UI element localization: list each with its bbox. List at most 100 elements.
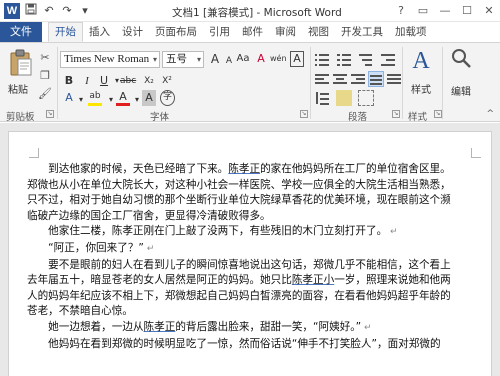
- word-logo-icon: W: [4, 3, 20, 19]
- title-bar: W ↶ ↷ ▾ 文档1 [兼容模式] - Microsoft Word ? ▭ …: [0, 0, 500, 22]
- clear-formatting-button[interactable]: A: [254, 51, 268, 67]
- save-icon[interactable]: [24, 3, 38, 19]
- enclose-characters-button[interactable]: 字: [160, 90, 175, 106]
- italic-button[interactable]: I: [80, 73, 94, 89]
- document-body[interactable]: 到达他家的时候，天色已经暗了下来。陈孝正的家在他妈妈所在工厂的单位宿舍区里。 郑微…: [27, 162, 483, 352]
- paragraph-mark-icon: ↵: [143, 243, 155, 254]
- align-center-icon[interactable]: [332, 71, 348, 87]
- line-text: 他妈妈在看到郑微的时候明显吃了一惊，然而俗话说“伸手不打笑脸人”，面对郑微的: [27, 337, 441, 350]
- align-left-icon[interactable]: [314, 71, 330, 87]
- tab-review[interactable]: 审阅: [269, 22, 302, 42]
- document-line[interactable]: 他妈妈在看到郑微的时候明显吃了一惊，然而俗话说“伸手不打笑脸人”，面对郑微的: [27, 337, 483, 353]
- chevron-down-icon: ▾: [152, 55, 157, 64]
- document-line[interactable]: 到达他家的时候，天色已经暗了下来。陈孝正的家在他妈妈所在工厂的单位宿舍区里。: [27, 162, 483, 178]
- help-icon[interactable]: ?: [390, 0, 412, 22]
- numbering-icon[interactable]: [336, 51, 352, 67]
- format-painter-icon[interactable]: 🖌: [38, 87, 52, 101]
- tab-insert[interactable]: 插入: [83, 22, 116, 42]
- align-right-icon[interactable]: [350, 71, 366, 87]
- paste-button-label[interactable]: 粘贴: [8, 81, 28, 96]
- change-case-button[interactable]: Aa: [236, 51, 250, 67]
- character-shading-button[interactable]: A: [142, 90, 156, 106]
- line-text: 的背后露出脸来，甜甜一笑，“阿姨好。”: [175, 320, 362, 333]
- line-text: 的家在他妈妈所在工厂的单位宿舍区里。: [260, 163, 451, 175]
- paragraph-mark-icon: ↵: [361, 322, 372, 333]
- justify-icon[interactable]: [368, 71, 384, 87]
- document-line[interactable]: “阿正，你回来了？” ↵: [27, 241, 483, 258]
- shrink-font-button[interactable]: A: [222, 53, 236, 69]
- styles-gallery-button[interactable]: A 样式: [406, 47, 436, 107]
- collapse-ribbon-icon[interactable]: ^: [486, 109, 494, 119]
- superscript-button[interactable]: X²: [160, 73, 174, 89]
- maximize-icon[interactable]: ☐: [456, 0, 478, 22]
- font-size-value: 五号: [166, 53, 187, 65]
- document-line[interactable]: 人的妈妈年纪应该不相上下，郑微想起自己妈妈白皙漂亮的面容，在看看他妈妈超乎年龄的: [27, 289, 483, 305]
- multilevel-list-icon[interactable]: [358, 51, 374, 67]
- character-border-button[interactable]: A: [290, 51, 304, 67]
- editing-label: 编辑: [451, 87, 471, 98]
- decrease-indent-icon[interactable]: [380, 51, 396, 67]
- bullets-icon[interactable]: [314, 51, 330, 67]
- grow-font-button[interactable]: A: [208, 51, 222, 67]
- line-text: 他家住二楼，陈孝正刚在门上敲了没两下，有些残旧的木门立刻打开了。: [27, 225, 388, 238]
- customize-qat-icon[interactable]: ▾: [78, 3, 92, 19]
- line-spacing-icon[interactable]: [314, 90, 330, 106]
- clipboard-launcher-icon[interactable]: ↘: [46, 110, 54, 118]
- highlight-button[interactable]: ab: [88, 90, 102, 106]
- document-line[interactable]: 她一边想着，一边从陈孝正的背后露出脸来，甜甜一笑，“阿姨好。” ↵: [27, 320, 483, 337]
- tab-references[interactable]: 引用: [203, 22, 236, 42]
- bold-button[interactable]: B: [62, 73, 76, 89]
- paste-icon[interactable]: [8, 49, 34, 77]
- tab-design[interactable]: 设计: [116, 22, 149, 42]
- underlined-name: 陈孝正: [143, 320, 176, 333]
- line-text: 一岁，照理来说她和他两: [334, 274, 451, 287]
- distributed-icon[interactable]: [386, 71, 402, 87]
- redo-icon[interactable]: ↷: [60, 3, 74, 19]
- editing-button[interactable]: 编辑: [446, 47, 476, 107]
- chevron-down-icon[interactable]: ▾: [74, 92, 88, 108]
- line-text: 要不是眼前的妇人在看到儿子的瞬间惊喜地说出这句话，郑微几乎不能相信，这个看上: [27, 258, 451, 271]
- document-line[interactable]: 要不是眼前的妇人在看到儿子的瞬间惊喜地说出这句话，郑微几乎不能相信，这个看上: [27, 258, 483, 274]
- tab-view[interactable]: 视图: [302, 22, 335, 42]
- styles-label: 样式: [411, 85, 431, 96]
- styles-launcher-icon[interactable]: ↘: [434, 110, 442, 118]
- line-text: 苍老，不禁暗自心惊。: [27, 305, 133, 318]
- undo-icon[interactable]: ↶: [42, 3, 56, 19]
- copy-icon[interactable]: ❐: [38, 69, 52, 83]
- ribbon-display-options-icon[interactable]: ▭: [412, 0, 434, 22]
- document-line[interactable]: 临破产边缘的国企工厂宿舍，更显得冷清破败得多。: [27, 209, 483, 225]
- tab-file[interactable]: 文件: [0, 22, 42, 42]
- document-line[interactable]: 去年届五十，暗显苍老的女人居然是阿正的妈妈。她只比陈孝正小一岁，照理来说她和他两: [27, 273, 483, 289]
- tab-developer[interactable]: 开发工具: [335, 22, 389, 42]
- paragraph-shading-icon[interactable]: [336, 90, 352, 106]
- minimize-icon[interactable]: —: [434, 0, 456, 22]
- font-size-select[interactable]: 五号 ▾: [162, 51, 204, 68]
- find-icon: [446, 47, 476, 77]
- phonetic-guide-button[interactable]: wén: [270, 51, 287, 67]
- chevron-down-icon: ▾: [196, 55, 201, 64]
- underlined-name: 陈孝正: [228, 163, 261, 175]
- subscript-button[interactable]: X₂: [142, 73, 156, 89]
- font-name-select[interactable]: Times New Roman ▾: [60, 51, 160, 68]
- document-line[interactable]: 苍老，不禁暗自心惊。: [27, 304, 483, 320]
- tab-add-ins[interactable]: 加载项: [389, 22, 433, 42]
- tab-mailings[interactable]: 邮件: [236, 22, 269, 42]
- close-icon[interactable]: ✕: [478, 0, 500, 22]
- document-line[interactable]: 他家住二楼，陈孝正刚在门上敲了没两下，有些残旧的木门立刻打开了。 ↵: [27, 224, 483, 241]
- group-separator: [310, 47, 311, 119]
- tab-home[interactable]: 开始: [48, 22, 83, 42]
- paragraph-launcher-icon[interactable]: ↘: [392, 110, 400, 118]
- underline-button[interactable]: U: [97, 73, 111, 89]
- font-launcher-icon[interactable]: ↘: [300, 110, 308, 118]
- strikethrough-button[interactable]: abc: [120, 73, 136, 89]
- paragraph-mark-icon: ↵: [387, 227, 398, 238]
- font-color-button[interactable]: A: [116, 90, 130, 106]
- cut-icon[interactable]: ✂: [38, 51, 52, 65]
- document-page[interactable]: 到达他家的时候，天色已经暗了下来。陈孝正的家在他妈妈所在工厂的单位宿舍区里。 郑微…: [8, 131, 492, 376]
- document-line[interactable]: 郑微也从小在单位大院长大，对这种小社会一样医院、学校一应俱全的大院生活相当熟悉，: [27, 178, 483, 194]
- tab-page-layout[interactable]: 页面布局: [149, 22, 203, 42]
- document-line[interactable]: 只不过，相对于她自幼习惯的那个坐断行业单位大院绿草香花的优美环境，现在眼前这个濒: [27, 193, 483, 209]
- document-area: 到达他家的时候，天色已经暗了下来。陈孝正的家在他妈妈所在工厂的单位宿舍区里。 郑微…: [0, 123, 500, 376]
- quick-access-toolbar: W ↶ ↷ ▾: [4, 3, 92, 19]
- borders-icon[interactable]: [358, 90, 374, 106]
